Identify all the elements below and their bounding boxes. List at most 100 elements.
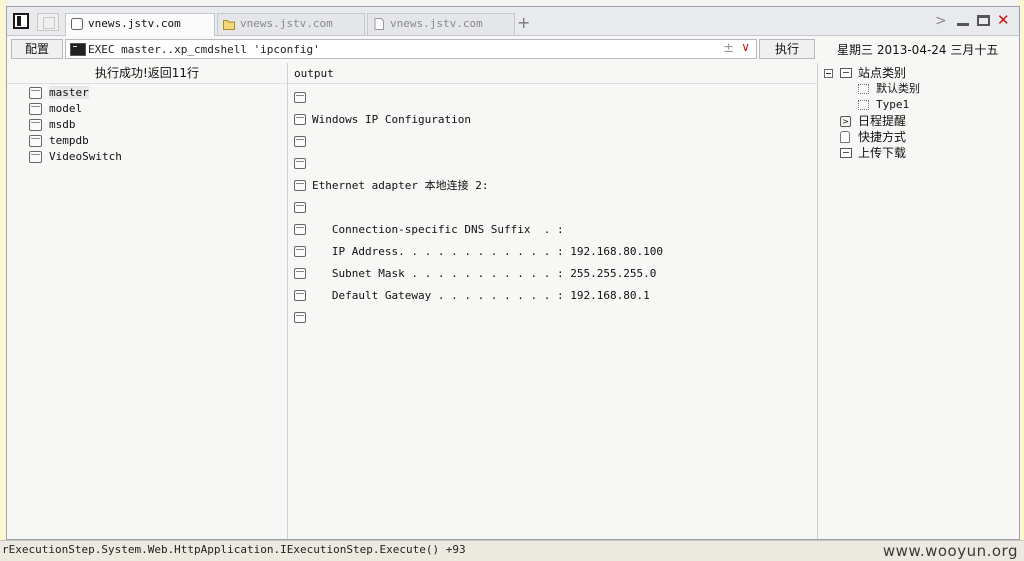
query-status: 执行成功!返回11行	[7, 63, 287, 84]
site-tree: 站点类别 默认类别 Type1 > 日程提醒 快捷方式 上传下载	[824, 65, 920, 161]
command-text: EXEC master..xp_cmdshell 'ipconfig'	[88, 43, 320, 56]
maximize-icon[interactable]	[977, 15, 990, 26]
add-tab-icon[interactable]: +	[517, 13, 530, 32]
row-icon	[294, 312, 306, 323]
tab-label: vnews.jstv.com	[240, 17, 333, 30]
tree-node-label: 默认类别	[876, 82, 920, 95]
database-label: msdb	[49, 118, 76, 131]
output-row[interactable]: Default Gateway . . . . . . . . . : 192.…	[294, 285, 663, 307]
database-list: master model msdb tempdb VideoSwitch	[29, 85, 122, 165]
output-row[interactable]: Ethernet adapter 本地连接 2:	[294, 175, 663, 197]
schedule-icon: >	[840, 116, 851, 127]
folder-icon	[223, 20, 235, 30]
tree-node-type1[interactable]: Type1	[824, 97, 920, 113]
output-row-text: Default Gateway . . . . . . . . . : 192.…	[312, 289, 650, 302]
database-icon	[29, 151, 42, 163]
output-pane: output Windows IP Configuration Ethernet…	[288, 63, 818, 539]
tree-node-upload-download[interactable]: 上传下载	[824, 145, 920, 161]
date-label: 星期三 2013-04-24 三月十五	[837, 43, 999, 57]
database-label: VideoSwitch	[49, 150, 122, 163]
background-status-strip: rExecutionStep.System.Web.HttpApplicatio…	[0, 540, 1024, 561]
sidebar-toggle-icon[interactable]	[13, 13, 29, 29]
category-item-icon	[858, 84, 869, 94]
execute-button[interactable]: 执行	[759, 39, 815, 59]
tab-vnews-2[interactable]: vnews.jstv.com	[217, 13, 365, 35]
command-input[interactable]: EXEC master..xp_cmdshell 'ipconfig' ± ∨	[65, 39, 757, 59]
close-icon[interactable]: ✕	[997, 11, 1010, 29]
row-icon	[294, 202, 306, 213]
row-icon	[294, 114, 306, 125]
upload-download-icon	[840, 148, 852, 158]
output-row[interactable]	[294, 307, 663, 329]
row-icon	[294, 246, 306, 257]
output-row[interactable]	[294, 87, 663, 109]
output-row-text: IP Address. . . . . . . . . . . . : 192.…	[312, 245, 663, 258]
tree-node-schedule[interactable]: > 日程提醒	[824, 113, 920, 129]
tree-node-label: 站点类别	[858, 66, 907, 80]
database-item-tempdb[interactable]: tempdb	[29, 133, 122, 149]
output-header-label: output	[294, 67, 334, 80]
tab-label: vnews.jstv.com	[390, 17, 483, 30]
tree-node-site-category[interactable]: 站点类别	[824, 65, 920, 81]
output-row-text: Windows IP Configuration	[312, 113, 471, 126]
output-column-header[interactable]: output	[288, 63, 817, 84]
minimize-icon[interactable]	[957, 23, 969, 26]
site-tree-pane: 站点类别 默认类别 Type1 > 日程提醒 快捷方式 上传下载	[818, 63, 1019, 539]
app-window: vnews.jstv.com vnews.jstv.com vnews.jstv…	[6, 6, 1020, 540]
command-toolbar: 配置 EXEC master..xp_cmdshell 'ipconfig' ±…	[7, 37, 1019, 61]
tree-node-label: Type1	[876, 98, 910, 111]
output-row-text: Ethernet adapter 本地连接 2:	[312, 179, 489, 192]
hand-icon	[840, 131, 850, 143]
document-icon	[374, 18, 384, 30]
category-folder-icon	[840, 68, 852, 78]
tree-node-label: 上传下载	[858, 146, 907, 160]
row-icon	[294, 180, 306, 191]
output-row[interactable]	[294, 197, 663, 219]
tab-vnews-1[interactable]: vnews.jstv.com	[65, 13, 215, 36]
tree-node-label: 快捷方式	[858, 130, 907, 144]
tab-bar: vnews.jstv.com vnews.jstv.com vnews.jstv…	[7, 7, 1019, 36]
blank-tab-icon[interactable]	[37, 13, 59, 31]
plus-minus-icon[interactable]: ±	[723, 41, 734, 56]
row-icon	[294, 268, 306, 279]
database-icon	[29, 119, 42, 131]
page-icon	[71, 18, 83, 30]
database-label: tempdb	[49, 134, 89, 147]
database-icon	[29, 135, 42, 147]
output-row-text: Subnet Mask . . . . . . . . . . . : 255.…	[312, 267, 657, 280]
chevron-down-icon[interactable]: ∨	[741, 40, 750, 54]
database-item-videoswitch[interactable]: VideoSwitch	[29, 149, 122, 165]
tab-vnews-3[interactable]: vnews.jstv.com	[367, 13, 515, 35]
output-row[interactable]: Windows IP Configuration	[294, 109, 663, 131]
output-row[interactable]: Subnet Mask . . . . . . . . . . . : 255.…	[294, 263, 663, 285]
category-item-icon	[858, 100, 869, 110]
output-row[interactable]	[294, 131, 663, 153]
output-row[interactable]: Connection-specific DNS Suffix . :	[294, 219, 663, 241]
tab-label: vnews.jstv.com	[88, 17, 181, 30]
database-icon	[29, 87, 42, 99]
row-icon	[294, 92, 306, 103]
row-icon	[294, 290, 306, 301]
chevron-right-icon[interactable]: >	[935, 13, 947, 29]
terminal-icon	[70, 43, 86, 56]
row-icon	[294, 224, 306, 235]
tree-node-label: 日程提醒	[858, 114, 907, 128]
database-item-msdb[interactable]: msdb	[29, 117, 122, 133]
output-row[interactable]: IP Address. . . . . . . . . . . . : 192.…	[294, 241, 663, 263]
config-button[interactable]: 配置	[11, 39, 63, 59]
row-icon	[294, 158, 306, 169]
tree-node-shortcuts[interactable]: 快捷方式	[824, 129, 920, 145]
database-pane: 执行成功!返回11行 master model msdb tempdb Vide…	[7, 63, 288, 539]
output-row-text: Connection-specific DNS Suffix . :	[312, 223, 564, 236]
background-status-text: rExecutionStep.System.Web.HttpApplicatio…	[2, 543, 466, 556]
watermark: www.wooyun.org	[882, 542, 1018, 560]
database-item-master[interactable]: master	[29, 85, 122, 101]
collapse-icon[interactable]	[824, 69, 833, 78]
tree-node-default-category[interactable]: 默认类别	[824, 81, 920, 97]
output-row[interactable]	[294, 153, 663, 175]
database-label: master	[49, 86, 89, 99]
database-label: model	[49, 102, 83, 115]
database-icon	[29, 103, 42, 115]
database-item-model[interactable]: model	[29, 101, 122, 117]
row-icon	[294, 136, 306, 147]
